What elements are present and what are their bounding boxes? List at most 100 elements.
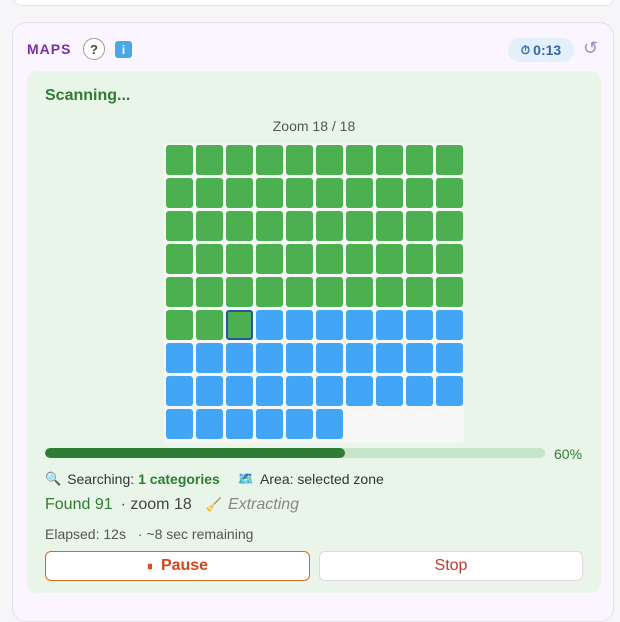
scan-status: Scanning...	[45, 87, 131, 104]
map-tile	[286, 145, 313, 175]
map-tile	[226, 277, 253, 307]
stop-button[interactable]: Stop	[319, 551, 583, 581]
pause-label: Pause	[160, 557, 209, 574]
map-tile	[406, 211, 433, 241]
map-tile	[436, 277, 463, 307]
map-tile	[406, 178, 433, 208]
map-tile	[376, 376, 403, 406]
map-tile	[286, 376, 313, 406]
map-tile	[196, 409, 223, 439]
scan-status-card: Scanning... Zoom 18 / 18 60% 🔍 Searching…	[27, 71, 601, 593]
map-tile	[256, 211, 283, 241]
map-tile	[436, 310, 463, 340]
map-tile	[376, 310, 403, 340]
stage-text: Extracting	[227, 496, 300, 513]
search-prefix: Searching:	[67, 471, 135, 487]
map-tile	[196, 277, 223, 307]
map-tile	[226, 376, 253, 406]
map-tile	[286, 211, 313, 241]
map-tile	[346, 310, 373, 340]
map-tile	[436, 376, 463, 406]
progress-percent: 60%	[554, 446, 583, 462]
map-tile	[286, 178, 313, 208]
map-icon: 🗺️	[237, 471, 255, 486]
search-info: 🔍 Searching: 1 categories 🗺️ Area: selec…	[45, 471, 384, 487]
info-icon[interactable]: i	[115, 41, 132, 58]
map-tile	[166, 244, 193, 274]
pause-button[interactable]: ⏸ Pause	[45, 551, 310, 581]
map-tile	[226, 409, 253, 439]
map-tile	[166, 409, 193, 439]
progress-bar	[45, 448, 545, 458]
map-tile	[256, 244, 283, 274]
reset-icon[interactable]: ↺	[583, 38, 598, 59]
map-tile	[196, 211, 223, 241]
map-tile	[316, 343, 343, 373]
map-tile	[256, 409, 283, 439]
map-tile	[346, 145, 373, 175]
map-tile	[166, 376, 193, 406]
map-tile	[226, 310, 253, 340]
found-count: Found 91	[45, 496, 113, 513]
map-tile	[286, 277, 313, 307]
map-tile	[226, 343, 253, 373]
map-tile	[196, 145, 223, 175]
map-tile	[196, 310, 223, 340]
map-tile	[346, 343, 373, 373]
map-tile	[196, 244, 223, 274]
map-tile	[376, 211, 403, 241]
map-tile	[376, 178, 403, 208]
map-tile	[406, 277, 433, 307]
map-tile	[166, 343, 193, 373]
map-tile	[316, 244, 343, 274]
map-tile	[226, 178, 253, 208]
map-tile	[436, 178, 463, 208]
remaining-text: · ~8 sec remaining	[137, 526, 254, 542]
map-tile	[256, 145, 283, 175]
map-tile	[166, 145, 193, 175]
maps-panel: MAPS ? i ⏱ 0:13 ↺ Scanning... Zoom 18 / …	[12, 22, 614, 622]
search-icon: 🔍	[45, 471, 62, 486]
broom-icon: 🧹	[205, 497, 222, 512]
map-tile	[256, 277, 283, 307]
map-tile	[436, 211, 463, 241]
map-tile	[256, 376, 283, 406]
tile-grid	[164, 143, 464, 443]
map-tile	[226, 211, 253, 241]
map-tile	[316, 409, 343, 439]
map-tile	[316, 178, 343, 208]
zoom-text: · zoom 18	[120, 496, 192, 513]
map-tile	[376, 145, 403, 175]
timer-badge: ⏱ 0:13	[508, 38, 574, 62]
map-tile	[406, 145, 433, 175]
map-tile	[406, 343, 433, 373]
map-tile	[436, 145, 463, 175]
map-tile	[256, 343, 283, 373]
map-tile	[316, 310, 343, 340]
map-tile	[406, 310, 433, 340]
map-tile	[346, 244, 373, 274]
map-tile	[316, 211, 343, 241]
map-tile	[406, 244, 433, 274]
map-tile	[406, 376, 433, 406]
map-tile	[346, 178, 373, 208]
progress-fill	[45, 448, 345, 458]
help-button[interactable]: ?	[83, 38, 105, 60]
elapsed-text: Elapsed: 12s	[45, 526, 126, 542]
stopwatch-icon: ⏱	[520, 42, 531, 57]
map-tile	[346, 211, 373, 241]
map-tile	[346, 277, 373, 307]
map-tile	[376, 343, 403, 373]
zoom-label: Zoom 18 / 18	[272, 118, 356, 134]
map-tile	[256, 178, 283, 208]
map-tile	[316, 277, 343, 307]
previous-card	[12, 0, 616, 6]
time-info: Elapsed: 12s · ~8 sec remaining	[45, 526, 253, 542]
panel-title: MAPS	[27, 41, 72, 57]
map-tile	[226, 145, 253, 175]
map-tile	[316, 145, 343, 175]
map-tile	[196, 178, 223, 208]
map-tile	[196, 343, 223, 373]
map-tile	[436, 244, 463, 274]
map-tile	[196, 376, 223, 406]
